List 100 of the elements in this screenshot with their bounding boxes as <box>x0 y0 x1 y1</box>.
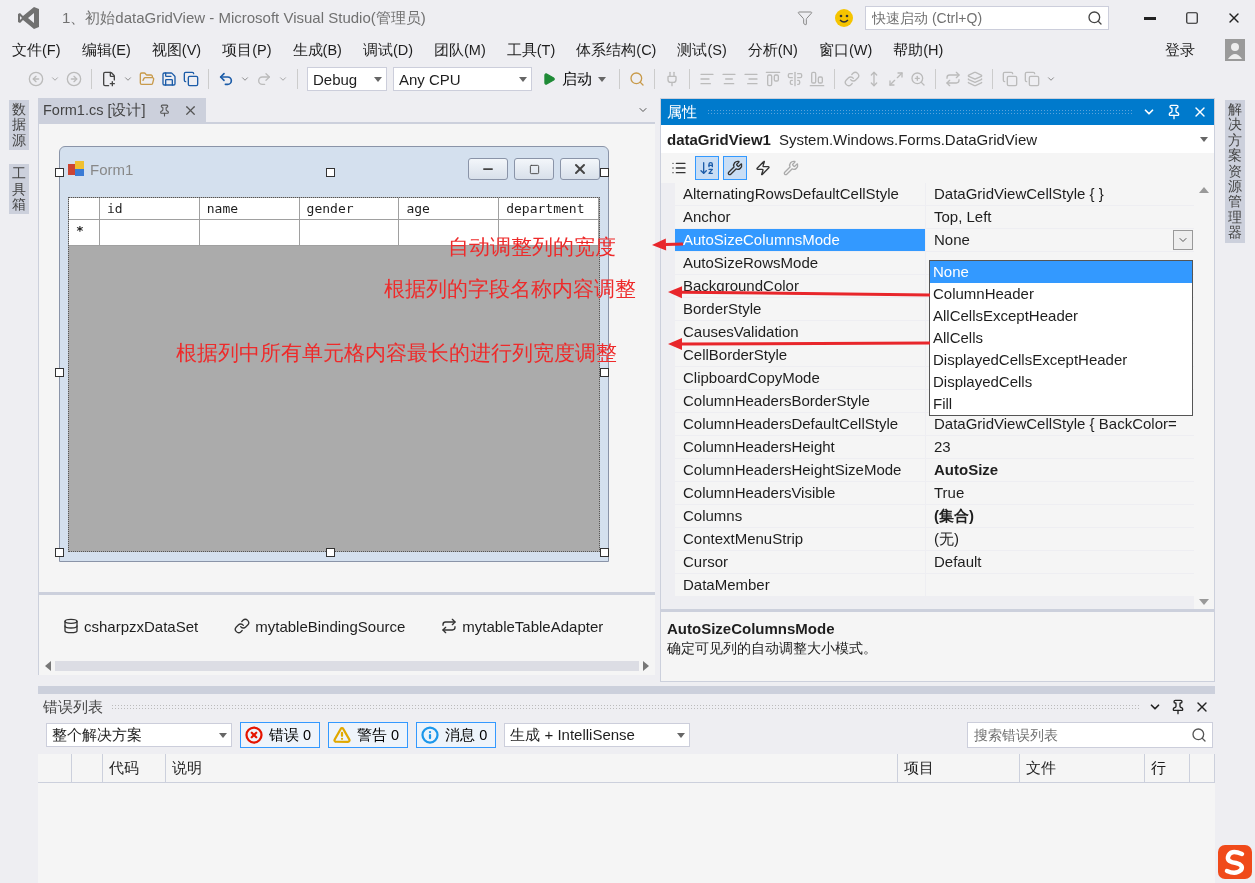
property-name[interactable]: ColumnHeadersHeightSizeMode <box>675 459 925 481</box>
start-button[interactable]: 启动 <box>538 69 610 89</box>
align-left-icon[interactable] <box>699 71 715 87</box>
property-name[interactable]: BorderStyle <box>675 298 925 320</box>
undo-icon[interactable] <box>218 71 234 87</box>
scope-dropdown[interactable]: 整个解决方案 <box>46 723 232 747</box>
column-header[interactable]: gender <box>299 198 400 220</box>
scroll-down-icon[interactable] <box>1199 599 1209 605</box>
side-tab[interactable]: 数据源 <box>9 100 29 151</box>
dropdown-button[interactable] <box>1173 230 1193 250</box>
grid-cell[interactable] <box>99 220 200 246</box>
component-item[interactable]: mytableTableAdapter <box>441 617 604 635</box>
property-value[interactable]: (集合) <box>926 505 1194 527</box>
menu-item[interactable]: 帮助(H) <box>885 40 952 60</box>
column-header[interactable]: 项目 <box>898 754 1020 782</box>
grid-cell[interactable] <box>199 220 300 246</box>
property-value[interactable]: DataGridViewCellStyle { } <box>926 183 1194 205</box>
configuration-dropdown[interactable]: Debug <box>307 67 387 91</box>
component-item[interactable]: mytableBindingSource <box>234 617 406 635</box>
scrollbar-thumb[interactable] <box>55 661 639 671</box>
menu-item[interactable]: 视图(V) <box>143 40 210 60</box>
property-name[interactable]: ColumnHeadersVisible <box>675 482 925 504</box>
back-icon[interactable] <box>28 71 44 87</box>
property-value[interactable]: (无) <box>926 528 1194 550</box>
filter-button[interactable]: 警告 0 <box>328 722 409 748</box>
menu-item[interactable]: 调试(D) <box>354 40 422 60</box>
search-field[interactable]: 搜索错误列表 <box>967 722 1213 748</box>
feedback-icon[interactable] <box>797 10 813 26</box>
save-all-icon[interactable] <box>183 71 199 87</box>
pin-icon[interactable] <box>1170 699 1186 715</box>
menu-item[interactable]: 工具(T) <box>498 40 564 60</box>
open-folder-icon[interactable] <box>139 71 155 87</box>
align-middle-icon[interactable] <box>787 71 803 87</box>
bring-front-icon[interactable] <box>1002 71 1018 87</box>
resize-handle[interactable] <box>326 548 335 557</box>
resize-handle[interactable] <box>600 368 609 377</box>
property-name[interactable]: ColumnHeadersHeight <box>675 436 925 458</box>
property-name[interactable]: ColumnHeadersDefaultCellStyle <box>675 413 925 435</box>
grid-cell[interactable] <box>299 220 400 246</box>
filter-button[interactable]: 消息 0 <box>416 722 497 748</box>
sign-in-link[interactable]: 登录 <box>1165 40 1195 60</box>
menu-item[interactable]: 项目(P) <box>214 40 280 60</box>
column-header[interactable]: 代码 <box>103 754 166 782</box>
menu-item[interactable]: 编辑(E) <box>73 40 139 60</box>
scroll-right-icon[interactable] <box>643 661 649 671</box>
resize-handle[interactable] <box>600 168 609 177</box>
input-method-icon[interactable] <box>1218 845 1252 879</box>
properties-button[interactable] <box>723 156 747 180</box>
column-header[interactable]: department <box>499 198 599 220</box>
property-name[interactable]: ClipboardCopyMode <box>675 367 925 389</box>
platform-dropdown[interactable]: Any CPU <box>393 67 532 91</box>
property-name[interactable]: ColumnHeadersBorderStyle <box>675 390 925 412</box>
property-name[interactable]: AlternatingRowsDefaultCellStyle <box>675 183 925 205</box>
object-selector[interactable]: dataGridView1 System.Windows.Forms.DataGridView <box>661 125 1214 153</box>
close-button[interactable] <box>560 158 600 180</box>
align-bottom-icon[interactable] <box>809 71 825 87</box>
find-icon[interactable] <box>629 71 645 87</box>
maximize-button[interactable] <box>514 158 554 180</box>
property-value[interactable]: Default <box>926 551 1194 573</box>
side-tab[interactable]: 解决方案资源管理器 <box>1225 100 1245 243</box>
menu-item[interactable]: 团队(M) <box>426 40 494 60</box>
column-header[interactable]: name <box>199 198 300 220</box>
same-size-icon[interactable] <box>888 71 904 87</box>
filter-button[interactable]: 错误 0 <box>240 722 321 748</box>
grid-size-icon[interactable] <box>910 71 926 87</box>
property-value[interactable]: None <box>926 229 1194 251</box>
component-item[interactable]: csharpzxDataSet <box>63 617 199 635</box>
property-name[interactable]: ContextMenuStrip <box>675 528 925 550</box>
new-project-icon[interactable] <box>101 71 117 87</box>
property-value[interactable]: True <box>926 482 1194 504</box>
column-header[interactable]: 说明 <box>166 754 898 782</box>
redo-icon[interactable] <box>256 71 272 87</box>
menu-item[interactable]: 分析(N) <box>739 40 806 60</box>
column-header[interactable]: 文件 <box>1020 754 1145 782</box>
align-right-icon[interactable] <box>743 71 759 87</box>
property-value[interactable]: 23 <box>926 436 1194 458</box>
quick-launch-field[interactable]: 快速启动 (Ctrl+Q) <box>865 6 1109 30</box>
column-header[interactable]: 行 <box>1145 754 1190 782</box>
scroll-left-icon[interactable] <box>45 661 51 671</box>
column-header[interactable]: age <box>399 198 500 220</box>
menu-item[interactable]: 测试(S) <box>669 40 735 60</box>
avatar-icon[interactable] <box>1225 39 1245 61</box>
property-name[interactable]: Columns <box>675 505 925 527</box>
property-name[interactable]: Cursor <box>675 551 925 573</box>
property-name[interactable]: Anchor <box>675 206 925 228</box>
property-name[interactable]: CausesValidation <box>675 321 925 343</box>
spacing-icon[interactable] <box>945 71 961 87</box>
resize-handle[interactable] <box>55 168 64 177</box>
property-value[interactable]: AutoSize <box>926 459 1194 481</box>
resize-handle[interactable] <box>55 368 64 377</box>
property-name[interactable]: AutoSizeRowsMode <box>675 252 925 274</box>
resize-handle[interactable] <box>326 168 335 177</box>
side-tab[interactable]: 工具箱 <box>9 164 29 215</box>
source-dropdown[interactable]: 生成 + IntelliSense <box>504 723 691 747</box>
alphabetical-button[interactable] <box>695 156 719 180</box>
resize-handle[interactable] <box>55 548 64 557</box>
send-back-icon[interactable] <box>1024 71 1040 87</box>
menu-item[interactable]: 生成(B) <box>284 40 350 60</box>
menu-item[interactable]: 文件(F) <box>4 40 69 60</box>
menu-item[interactable]: 窗口(W) <box>810 40 881 60</box>
